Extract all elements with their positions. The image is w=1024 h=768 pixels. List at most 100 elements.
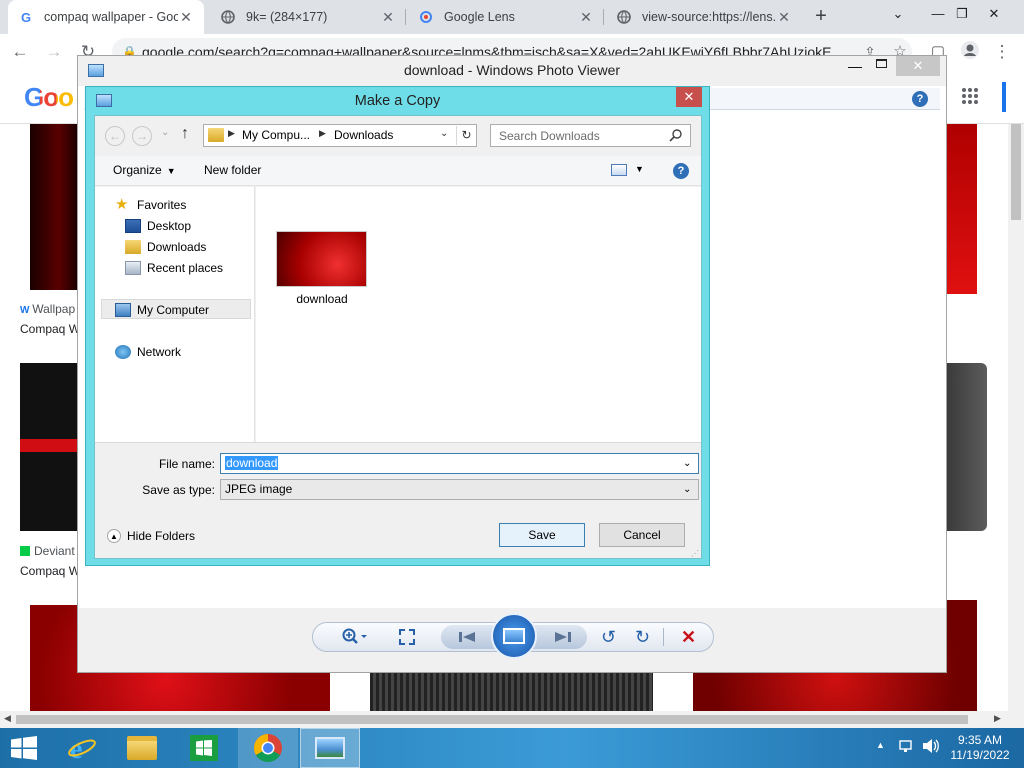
forward-arrow-icon[interactable]: → bbox=[42, 40, 66, 64]
nav-network[interactable]: Network bbox=[115, 342, 181, 362]
result-source[interactable]: W Wallpap bbox=[20, 302, 75, 316]
help-icon[interactable]: ? bbox=[912, 91, 928, 107]
close-browser-icon[interactable]: ✕ bbox=[972, 0, 1016, 30]
playback-control-bar: ↺ ↻ ✕ bbox=[312, 613, 714, 659]
result-thumbnail[interactable] bbox=[370, 673, 653, 711]
profile-avatar-icon[interactable] bbox=[958, 40, 982, 64]
photo-viewer-controls: ↺ ↻ ✕ bbox=[78, 608, 946, 672]
file-item-download[interactable]: download bbox=[274, 231, 367, 321]
tab-image-9k[interactable]: 9k= (284×177) ✕ bbox=[210, 0, 406, 34]
breadcrumb-downloads[interactable]: Downloads bbox=[334, 128, 393, 142]
zoom-icon[interactable] bbox=[341, 627, 367, 647]
chrome-menu-icon[interactable]: ⋮ bbox=[990, 40, 1014, 64]
minimize-icon[interactable]: — bbox=[848, 58, 862, 74]
scroll-right-icon[interactable]: ▶ bbox=[994, 713, 1001, 724]
tab-compaq-wallpaper[interactable]: G compaq wallpaper - Goo ✕ bbox=[8, 0, 204, 34]
chevron-down-icon[interactable]: ⌄ bbox=[683, 480, 691, 499]
scroll-left-icon[interactable]: ◀ bbox=[4, 713, 11, 724]
nav-desktop[interactable]: Desktop bbox=[125, 216, 191, 236]
apps-grid-icon[interactable] bbox=[962, 88, 978, 104]
network-status-icon[interactable] bbox=[898, 738, 914, 754]
cancel-button[interactable]: Cancel bbox=[599, 523, 685, 547]
close-photo-viewer-button[interactable]: ✕ bbox=[896, 56, 940, 76]
account-button[interactable] bbox=[1002, 82, 1006, 112]
result-thumbnail[interactable] bbox=[30, 124, 78, 290]
file-explorer-taskbar-icon[interactable] bbox=[112, 728, 172, 768]
new-folder-button[interactable]: New folder bbox=[204, 163, 261, 177]
refresh-icon[interactable]: ↻ bbox=[456, 126, 476, 145]
close-dialog-button[interactable]: ✕ bbox=[676, 87, 702, 107]
chevron-down-icon[interactable]: ⌄ bbox=[683, 454, 691, 473]
change-view-icon[interactable] bbox=[611, 164, 627, 176]
breadcrumb-my-computer[interactable]: My Compu... bbox=[242, 128, 310, 142]
close-tab-icon[interactable]: ✕ bbox=[776, 9, 792, 26]
search-downloads-input[interactable]: Search Downloads bbox=[490, 124, 691, 147]
tab-view-source[interactable]: view-source:https://lens. ✕ bbox=[606, 0, 802, 34]
scrollbar-thumb[interactable] bbox=[1011, 124, 1021, 220]
rotate-clockwise-icon[interactable]: ↻ bbox=[635, 627, 655, 647]
close-tab-icon[interactable]: ✕ bbox=[578, 9, 594, 26]
volume-icon[interactable] bbox=[922, 738, 940, 754]
chrome-taskbar-icon[interactable] bbox=[238, 728, 298, 768]
scrollbar-thumb[interactable] bbox=[16, 715, 968, 724]
search-icon[interactable] bbox=[669, 128, 683, 142]
breadcrumb-bar[interactable]: ▶ My Compu... ▶ Downloads ⌄ ↻ bbox=[203, 124, 477, 147]
slideshow-button[interactable] bbox=[491, 613, 537, 659]
store-taskbar-icon[interactable] bbox=[174, 728, 234, 768]
tab-label: Google Lens bbox=[444, 10, 515, 24]
result-source[interactable]: Deviant bbox=[20, 544, 75, 558]
close-tab-icon[interactable]: ✕ bbox=[178, 9, 194, 26]
result-title[interactable]: Compaq W bbox=[20, 322, 80, 336]
nav-favorites[interactable]: ★ Favorites bbox=[115, 195, 186, 215]
help-icon[interactable]: ? bbox=[673, 163, 689, 179]
back-icon[interactable]: ← bbox=[105, 126, 125, 146]
nav-downloads[interactable]: Downloads bbox=[125, 237, 206, 257]
tab-google-lens[interactable]: Google Lens ✕ bbox=[408, 0, 604, 34]
photo-viewer-taskbar-icon[interactable] bbox=[300, 728, 360, 768]
new-tab-button[interactable]: + bbox=[808, 4, 834, 30]
dialog-title: Make a Copy bbox=[354, 93, 441, 109]
forward-icon[interactable]: → bbox=[132, 126, 152, 146]
clock-date: 11/19/2022 bbox=[950, 748, 1010, 762]
page-vertical-scrollbar[interactable] bbox=[1008, 124, 1024, 718]
up-arrow-icon[interactable]: ↑ bbox=[181, 125, 189, 143]
show-hidden-icons-icon[interactable]: ▲ bbox=[876, 740, 885, 750]
result-thumbnail[interactable] bbox=[946, 363, 987, 531]
photo-viewer-titlebar[interactable]: download - Windows Photo Viewer — ✕ bbox=[78, 56, 946, 86]
view-options-icon[interactable]: ▼ bbox=[635, 164, 644, 174]
result-thumbnail[interactable] bbox=[946, 124, 977, 294]
actual-size-icon[interactable] bbox=[399, 629, 415, 645]
rotate-counterclockwise-icon[interactable]: ↺ bbox=[601, 627, 621, 647]
file-name-input[interactable]: download ⌄ bbox=[220, 453, 699, 474]
lens-icon bbox=[418, 9, 434, 25]
tab-search-icon[interactable]: ⌄ bbox=[876, 0, 920, 30]
close-tab-icon[interactable]: ✕ bbox=[380, 9, 396, 26]
chevron-down-icon[interactable]: ⌄ bbox=[440, 128, 448, 139]
google-logo[interactable]: Goo bbox=[24, 82, 74, 113]
nav-my-computer[interactable]: My Computer bbox=[115, 300, 209, 320]
start-button[interactable] bbox=[0, 728, 48, 768]
system-clock[interactable]: 9:35 AM 11/19/2022 bbox=[944, 733, 1016, 763]
page-horizontal-scrollbar[interactable]: ◀ ▶ bbox=[0, 711, 1024, 728]
maximize-icon[interactable] bbox=[876, 59, 887, 68]
save-type-select[interactable]: JPEG image ⌄ bbox=[220, 479, 699, 500]
next-icon[interactable] bbox=[547, 630, 577, 644]
recent-locations-icon[interactable]: ⌄ bbox=[161, 127, 169, 138]
internet-explorer-taskbar-icon[interactable]: e bbox=[52, 728, 112, 768]
resize-grip-icon[interactable]: ⋰ bbox=[691, 549, 699, 558]
dialog-titlebar[interactable]: Make a Copy ✕ bbox=[86, 87, 709, 115]
hide-folders-toggle[interactable]: ▲ Hide Folders bbox=[107, 529, 195, 543]
result-title[interactable]: Compaq W bbox=[20, 564, 80, 578]
windows-logo-icon bbox=[11, 736, 37, 760]
nav-recent-places[interactable]: Recent places bbox=[125, 258, 223, 278]
photo-viewer-title: download - Windows Photo Viewer bbox=[403, 62, 621, 78]
chevron-up-icon: ▲ bbox=[107, 529, 121, 543]
clock-time: 9:35 AM bbox=[957, 733, 1003, 747]
result-thumbnail[interactable] bbox=[20, 363, 78, 531]
save-button[interactable]: Save bbox=[499, 523, 585, 547]
back-arrow-icon[interactable]: ← bbox=[8, 40, 32, 64]
previous-icon[interactable] bbox=[453, 630, 483, 644]
delete-icon[interactable]: ✕ bbox=[681, 627, 701, 647]
organize-button[interactable]: Organize ▼ bbox=[113, 163, 176, 177]
browser-tab-bar: G compaq wallpaper - Goo ✕ 9k= (284×177)… bbox=[0, 0, 1024, 34]
